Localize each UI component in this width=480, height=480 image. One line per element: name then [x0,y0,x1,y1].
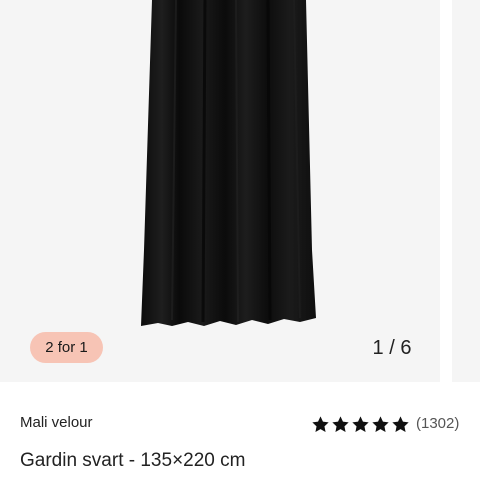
gallery-slide-next[interactable] [452,0,480,382]
product-brand[interactable]: Mali velour [20,414,93,432]
promo-badge: 2 for 1 [30,332,103,363]
star-icon [312,415,329,432]
star-icon [392,415,409,432]
product-image-gallery[interactable]: 2 for 1 1 / 6 [0,0,480,382]
star-icon [352,415,369,432]
star-icon [372,415,389,432]
product-rating[interactable]: (1302) [311,414,459,434]
rating-stars [311,415,410,434]
gallery-slide-current[interactable]: 2 for 1 1 / 6 [0,0,440,382]
product-info: Mali velour (1302) Gardin svart - 135×22… [0,382,480,480]
product-image-curtain[interactable] [0,0,440,382]
rating-count: (1302) [416,415,460,432]
product-title[interactable]: Gardin svart - 135×220 cm [20,450,245,472]
star-icon [332,415,349,432]
slide-counter: 1 / 6 [372,337,412,359]
